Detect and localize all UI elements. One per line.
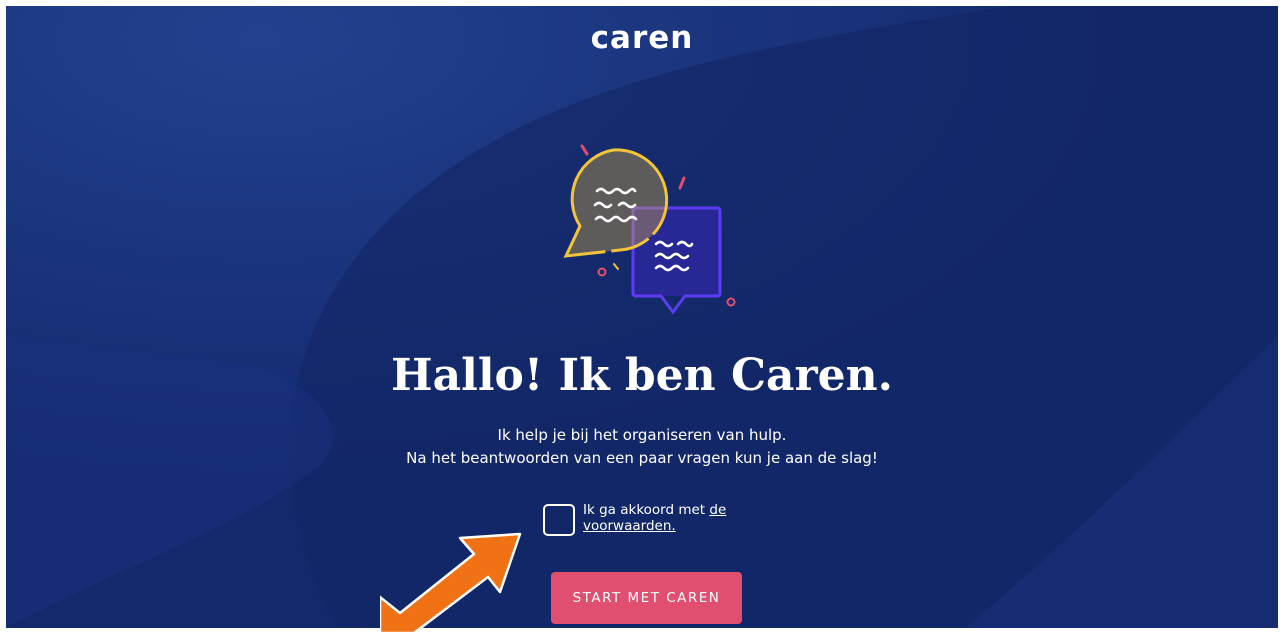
intro-line-2: Na het beantwoorden van een paar vragen …	[406, 449, 878, 467]
chat-bubbles-illustration	[563, 144, 736, 315]
intro-line-1: Ik help je bij het organiseren van hulp.	[497, 426, 787, 444]
terms-label-text: Ik ga akkoord met	[583, 502, 710, 518]
terms-consent: Ik ga akkoord met de voorwaarden.	[543, 502, 753, 536]
app-frame: caren Hallo! Ik ben Caren. Ik help je bi…	[6, 6, 1278, 628]
caren-logo: caren	[590, 20, 694, 56]
start-button[interactable]: START MET CAREN	[551, 572, 742, 624]
page-headline: Hallo! Ik ben Caren.	[391, 350, 893, 401]
terms-checkbox[interactable]	[543, 504, 575, 536]
terms-label: Ik ga akkoord met de voorwaarden.	[583, 502, 753, 534]
orange-arrow-annotation	[380, 532, 522, 634]
intro-text: Ik help je bij het organiseren van hulp.…	[6, 424, 1278, 470]
